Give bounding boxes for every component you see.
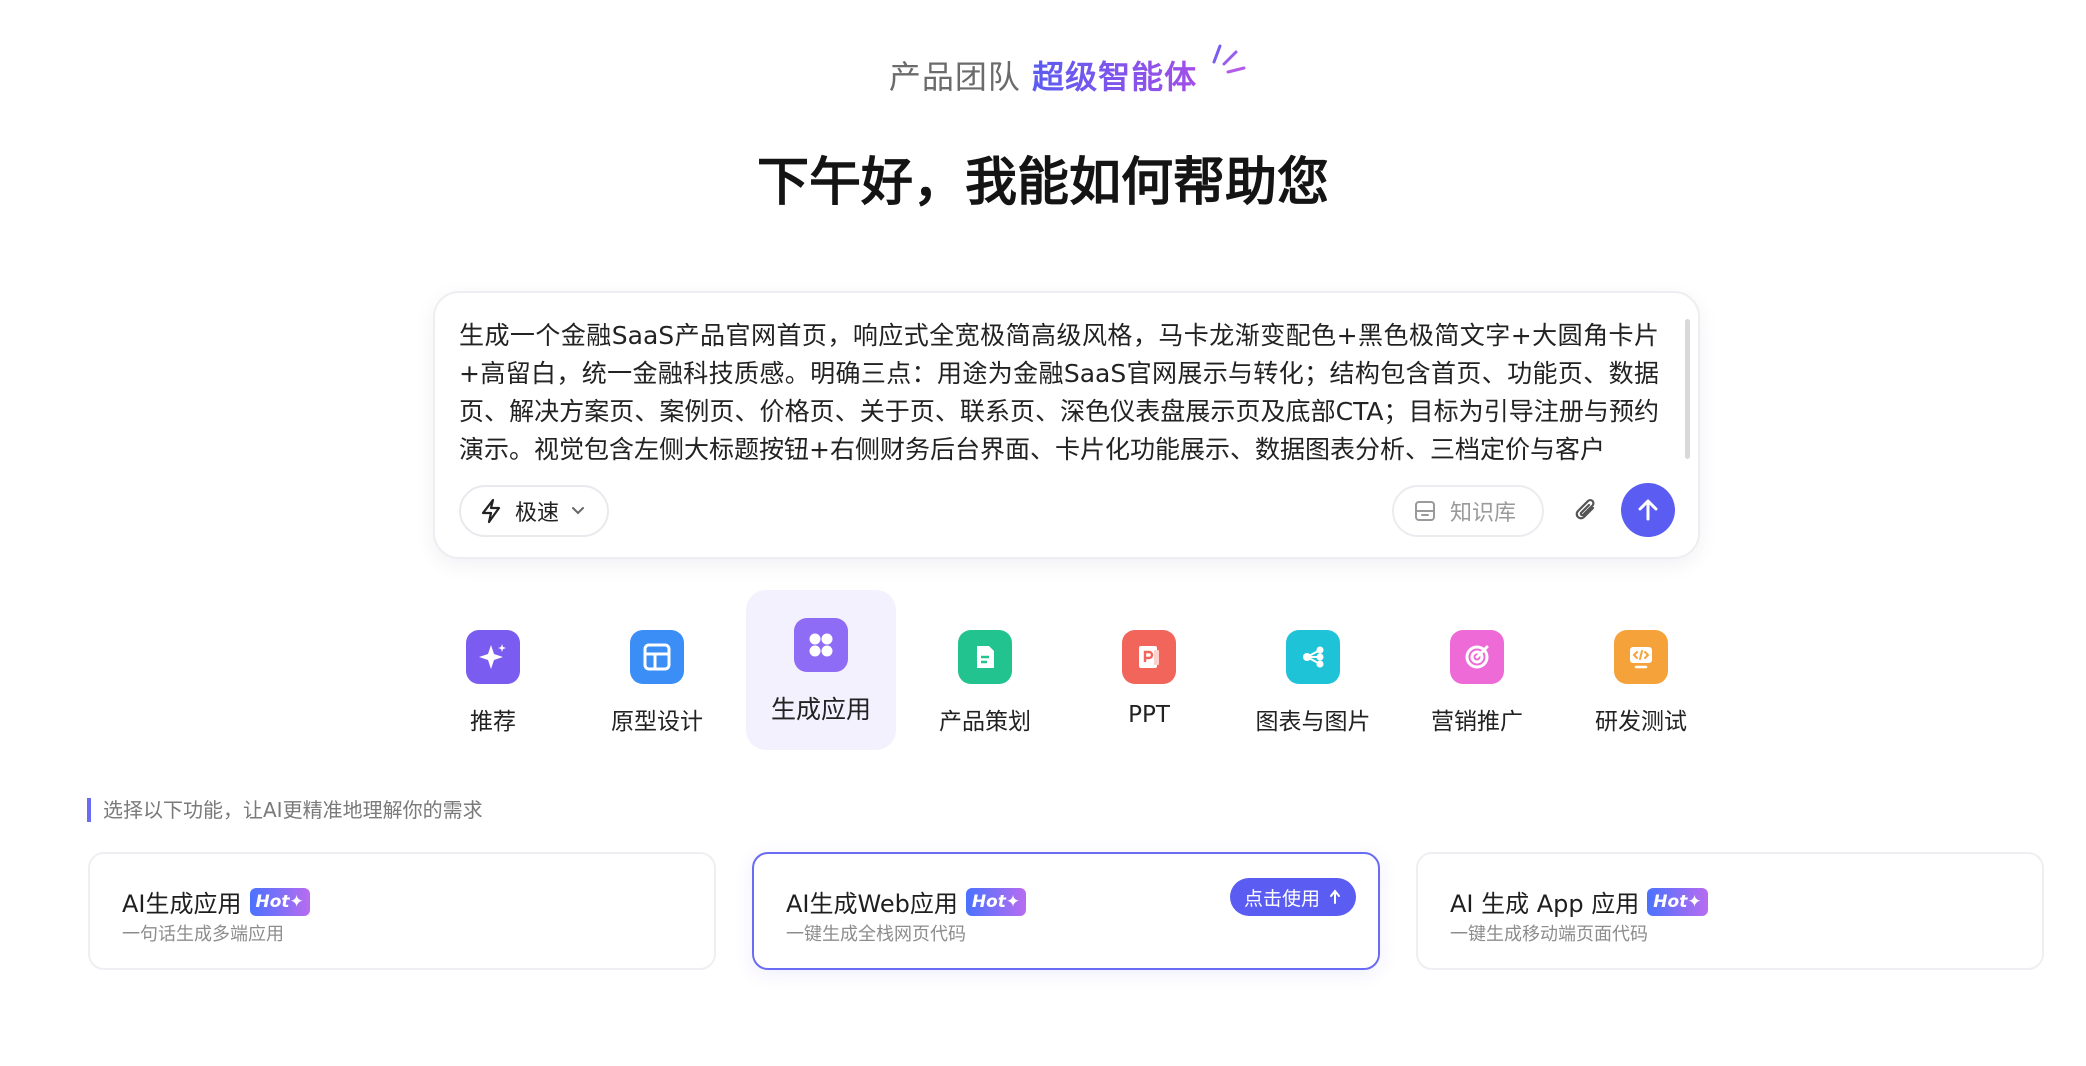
hot-badge: Hot ✦: [249, 887, 310, 916]
card-ai-app[interactable]: AI生成应用 Hot ✦ 一句话生成多端应用: [88, 852, 716, 970]
send-button[interactable]: [1621, 483, 1675, 537]
sparkle-lines-icon: [1212, 44, 1246, 74]
archive-icon: [1415, 501, 1435, 521]
tab-label: 图表与图片: [1255, 709, 1371, 735]
layout-icon: [630, 630, 684, 684]
code-icon: [1614, 630, 1668, 684]
ppt-icon: [1122, 630, 1176, 684]
hot-badge: Hot ✦: [965, 887, 1027, 916]
tab-dev-test[interactable]: 研发测试: [1566, 590, 1716, 750]
page-root: 产品团队 超级智能体 下午好，我能如何帮助您 生成一个金融SaaS产品官网首页，…: [0, 0, 2086, 1066]
tab-generate-app[interactable]: 生成应用: [746, 590, 896, 750]
section-hint: 选择以下功能，让AI更精准地理解你的需求: [87, 798, 483, 822]
tab-prototype[interactable]: 原型设计: [582, 590, 732, 750]
document-icon: [958, 630, 1012, 684]
paperclip-icon: [1575, 498, 1595, 520]
arrow-up-icon: [1330, 889, 1340, 904]
tab-label: 研发测试: [1595, 709, 1687, 735]
hot-badge: Hot ✦: [1647, 887, 1708, 916]
target-icon: [1450, 630, 1504, 684]
arrow-up-icon: [1638, 499, 1658, 521]
tab-ppt[interactable]: PPT: [1074, 590, 1224, 750]
tab-charts-images[interactable]: 图表与图片: [1238, 590, 1388, 750]
card-ai-mobile-app[interactable]: AI 生成 App 应用 Hot ✦ 一键生成移动端页面代码: [1416, 852, 2044, 970]
card-subtitle: 一句话生成多端应用: [122, 924, 284, 945]
tab-label: 生成应用: [770, 695, 871, 724]
prompt-box: 生成一个金融SaaS产品官网首页，响应式全宽极简高级风格，马卡龙渐变配色+黑色极…: [433, 291, 1700, 559]
knowledge-base-label: 知识库: [1450, 501, 1517, 526]
apps-icon: [794, 618, 848, 672]
prompt-scrollbar[interactable]: [1685, 319, 1690, 459]
lightning-icon: [481, 498, 501, 524]
card-title: AI生成应用 Hot ✦: [122, 884, 310, 919]
mode-selector-button[interactable]: 极速: [459, 485, 609, 537]
greeting-heading: 下午好，我能如何帮助您: [756, 153, 1329, 213]
tab-label: 产品策划: [939, 709, 1031, 735]
tab-marketing[interactable]: 营销推广: [1402, 590, 1552, 750]
prompt-textarea[interactable]: 生成一个金融SaaS产品官网首页，响应式全宽极简高级风格，马卡龙渐变配色+黑色极…: [459, 317, 1659, 477]
chevron-down-icon: [572, 507, 585, 515]
tab-recommend[interactable]: 推荐: [418, 590, 568, 750]
card-ai-web-app[interactable]: AI生成Web应用 Hot ✦ 一键生成全栈网页代码 点击使用: [752, 852, 1380, 970]
tab-product-planning[interactable]: 产品策划: [910, 590, 1060, 750]
tab-label: PPT: [1128, 702, 1170, 728]
knowledge-base-button[interactable]: 知识库: [1392, 485, 1544, 537]
tab-label: 推荐: [470, 709, 516, 735]
share-icon: [1286, 630, 1340, 684]
brand-title: 产品团队 超级智能体: [0, 52, 2086, 98]
card-subtitle: 一键生成全栈网页代码: [786, 924, 966, 945]
card-subtitle: 一键生成移动端页面代码: [1450, 924, 1648, 945]
card-title: AI 生成 App 应用 Hot ✦: [1450, 884, 1708, 919]
attach-button[interactable]: [1567, 491, 1607, 531]
card-title: AI生成Web应用 Hot ✦: [786, 884, 1027, 919]
use-now-button[interactable]: 点击使用: [1229, 878, 1356, 916]
tab-label: 原型设计: [611, 709, 703, 735]
agent-label: 超级智能体: [1032, 58, 1198, 96]
mode-label: 极速: [515, 501, 560, 526]
tab-label: 营销推广: [1431, 709, 1523, 735]
team-label: 产品团队: [888, 58, 1021, 96]
sparkle-icon: [466, 630, 520, 684]
